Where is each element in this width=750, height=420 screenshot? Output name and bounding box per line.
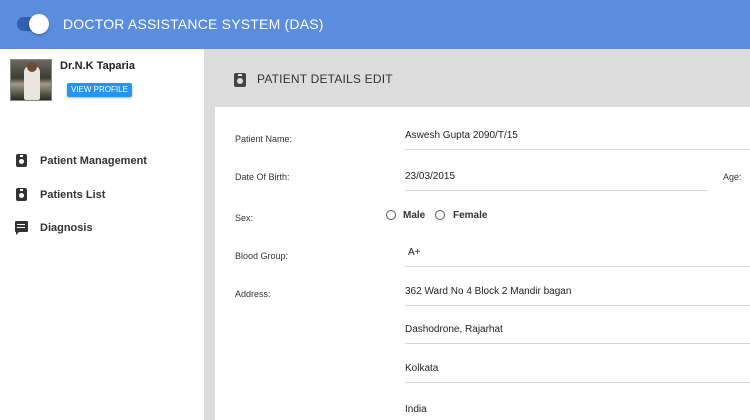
sex-female-label[interactable]: Female	[453, 210, 487, 221]
sidebar-divider	[204, 49, 215, 420]
address-line-2-field[interactable]: Dashodrone, Rajarhat	[405, 320, 750, 344]
sex-male-label[interactable]: Male	[403, 210, 425, 221]
sidebar: Dr.N.K Taparia VIEW PROFILE Patient Mana…	[0, 49, 204, 420]
blood-group-label: Blood Group:	[235, 251, 289, 261]
main-content: PATIENT DETAILS EDIT Patient Name: Aswes…	[215, 49, 750, 420]
app-title: DOCTOR ASSISTANCE SYSTEM (DAS)	[63, 16, 324, 32]
view-profile-button[interactable]: VIEW PROFILE	[67, 83, 132, 97]
assignment-ind-icon	[15, 188, 29, 202]
sidebar-item-diagnosis[interactable]: Diagnosis	[15, 219, 93, 237]
sex-male-radio[interactable]	[386, 210, 396, 220]
sidebar-item-label: Patients List	[40, 189, 106, 201]
address-line-3-field[interactable]: Kolkata	[405, 359, 750, 383]
sex-female-radio[interactable]	[435, 210, 445, 220]
assignment-ind-icon	[234, 73, 246, 87]
patient-form: Patient Name: Aswesh Gupta 2090/T/15 Dat…	[215, 107, 750, 420]
menu-toggle-switch[interactable]	[16, 14, 49, 34]
page-title: PATIENT DETAILS EDIT	[257, 72, 393, 86]
address-line-4-field[interactable]: India	[405, 400, 750, 420]
sidebar-item-label: Diagnosis	[40, 222, 93, 234]
blood-group-select[interactable]: A+	[405, 243, 750, 267]
doctor-avatar[interactable]	[10, 59, 52, 101]
doctor-name: Dr.N.K Taparia	[60, 60, 135, 72]
dob-field[interactable]: 23/03/2015	[405, 167, 708, 191]
address-label: Address:	[235, 289, 271, 299]
chat-icon	[15, 221, 29, 235]
patient-name-label: Patient Name:	[235, 134, 293, 144]
sidebar-item-patients-list[interactable]: Patients List	[15, 186, 105, 204]
sex-label: Sex:	[235, 213, 254, 223]
sidebar-item-patient-management[interactable]: Patient Management	[15, 152, 147, 170]
assignment-ind-icon	[15, 154, 29, 168]
avatar-head	[27, 62, 37, 72]
dob-label: Date Of Birth:	[235, 172, 290, 182]
patient-name-field[interactable]: Aswesh Gupta 2090/T/15	[405, 126, 750, 150]
address-line-1-field[interactable]: 362 Ward No 4 Block 2 Mandir bagan	[405, 282, 750, 306]
section-header: PATIENT DETAILS EDIT	[215, 49, 750, 107]
sidebar-item-label: Patient Management	[40, 155, 147, 167]
top-app-bar: DOCTOR ASSISTANCE SYSTEM (DAS)	[0, 0, 750, 49]
toggle-knob	[29, 14, 49, 34]
age-label: Age:	[723, 172, 742, 182]
